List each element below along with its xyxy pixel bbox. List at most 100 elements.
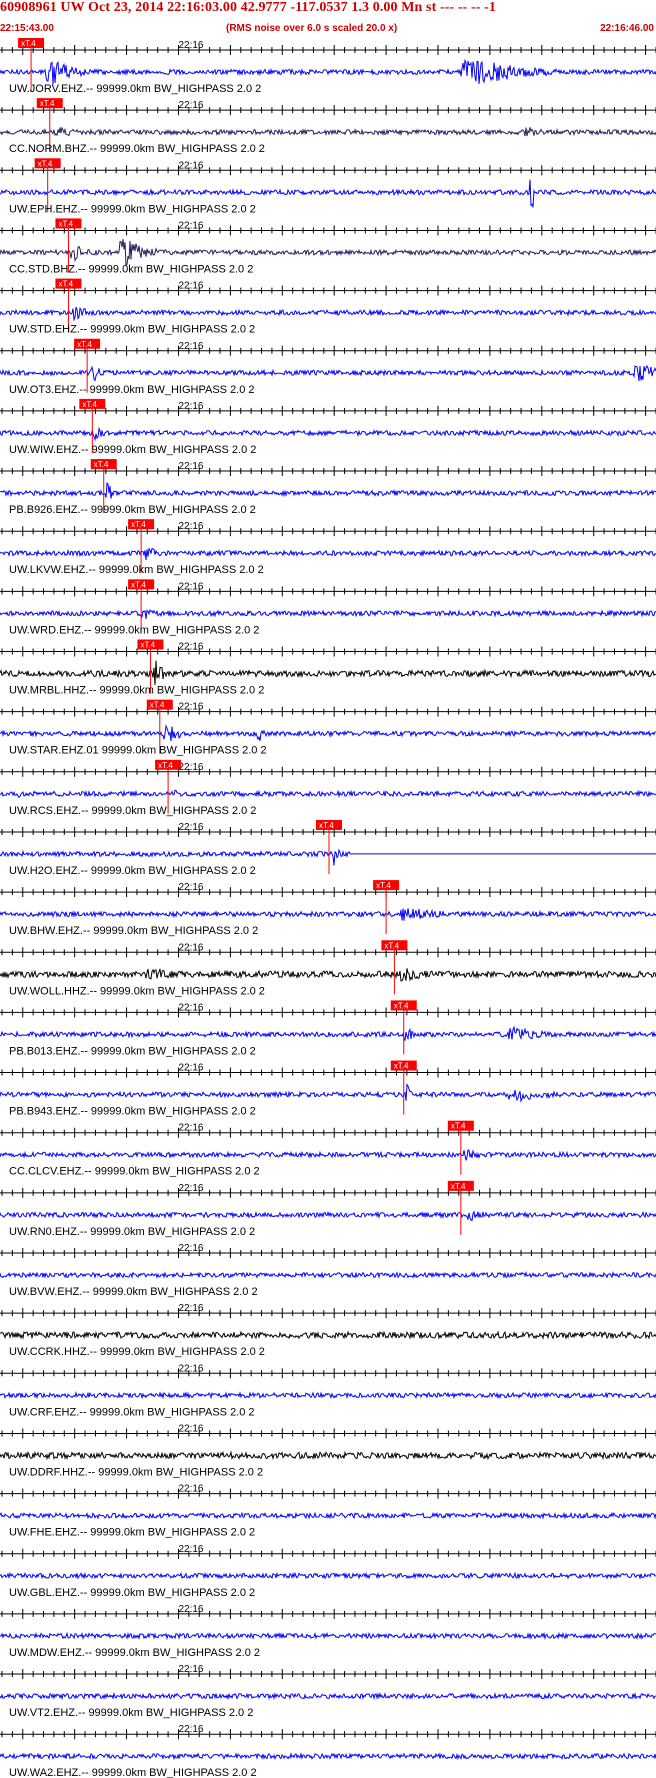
waveform-trace [0,426,656,442]
channel-label: PB.B013.EHZ.-- 99999.0km BW_HIGHPASS 2.0… [9,1045,256,1057]
pick-label: xT.4 [58,219,73,228]
pick-label: xT.4 [451,1122,466,1131]
waveform-trace [0,660,656,685]
waveform-trace [0,1450,656,1461]
channel-label: UW.OT3.EHZ.-- 99999.0km BW_HIGHPASS 2.0 … [9,384,255,396]
minute-label: 22:16 [178,1724,203,1735]
minute-label: 22:16 [178,281,203,292]
channel-label: UW.RN0.EHZ.-- 99999.0km BW_HIGHPASS 2.0 … [9,1226,255,1238]
minute-label: 22:16 [178,822,203,833]
pick-label: xT.4 [384,941,399,950]
trace-row: 22:16 UW.CRF.EHZ.-- 99999.0km BW_HIGHPASS… [0,1363,656,1418]
waveform-trace [0,306,656,322]
waveform-trace [0,1391,656,1400]
minute-label: 22:16 [178,882,203,893]
trace-row: 22:16 UW.WA2.EHZ.-- 99999.0km BW_HIGHPASS… [0,1724,656,1778]
channel-label: UW.VT2.EHZ.-- 99999.0km BW_HIGHPASS 2.0 … [9,1707,253,1719]
pick-label: xT.4 [131,580,146,589]
trace-row: 22:16 UW.GBL.EHZ.-- 99999.0km BW_HIGHPASS… [0,1544,656,1599]
trace-row: 22:16 xT.4 UW.JORV.EHZ.-- 99999.0km BW_HIG… [0,38,656,95]
pick-label: xT.4 [21,39,36,48]
waveform-trace [0,482,656,499]
channel-label: CC.NORM.BHZ.-- 99999.0km BW_HIGHPASS 2.0… [9,143,265,155]
trace-row: 22:16 xT.4 UW.BHW.EHZ.-- 99999.0km BW_HIGH… [0,880,656,937]
waveform-trace [0,1330,656,1340]
waveform-trace [0,238,656,267]
channel-label: UW.EPH.EHZ.-- 99999.0km BW_HIGHPASS 2.0 … [9,203,256,215]
trace-row: 22:16 xT.4 PB.B926.EHZ.-- 99999.0km BW_HIG… [0,459,656,516]
channel-label: UW.CRF.EHZ.-- 99999.0km BW_HIGHPASS 2.0 … [9,1406,255,1418]
channel-label: UW.BVW.EHZ.-- 99999.0km BW_HIGHPASS 2.0 … [9,1286,258,1298]
waveform-trace [0,1149,656,1161]
trace-row: 22:16 xT.4 UW.RN0.EHZ.-- 99999.0km BW_HIGH… [0,1180,656,1238]
trace-row: 22:16 xT.4 PB.B013.EHZ.-- 99999.0km BW_HIG… [0,1000,656,1057]
channel-label: UW.FHE.EHZ.-- 99999.0km BW_HIGHPASS 2.0 … [9,1527,255,1539]
trace-row: 22:16 xT.4 PB.B943.EHZ.-- 99999.0km BW_HIG… [0,1060,656,1118]
minute-label: 22:16 [178,1303,203,1314]
trace-row: 22:16 xT.4 UW.STD.EHZ.-- 99999.0km BW_HIGH… [0,278,656,336]
trace-row: 22:16 UW.FHE.EHZ.-- 99999.0km BW_HIGHPASS… [0,1484,656,1539]
pick-label: xT.4 [319,821,334,830]
trace-row: 22:16 xT.4 CC.STD.BHZ.-- 99999.0km BW_HIGH… [0,218,656,275]
seismogram-section: 22:16 xT.4 UW.JORV.EHZ.-- 99999.0km BW_HIG… [0,38,656,1778]
trace-row: 22:16 xT.4 UW.H2O.EHZ.-- 99999.0km BW_HIGH… [0,819,656,877]
waveform-trace [0,1210,656,1222]
trace-row: 22:16 xT.4 UW.RCS.EHZ.-- 99999.0km BW_HIGH… [0,759,656,817]
channel-label: UW.H2O.EHZ.-- 99999.0km BW_HIGHPASS 2.0 … [9,865,256,877]
minute-label: 22:16 [178,1363,203,1374]
waveform-trace [0,1025,656,1041]
waveform-trace [0,724,656,742]
waveform-trace [0,789,656,799]
minute-label: 22:16 [178,100,203,111]
channel-label: UW.STD.EHZ.-- 99999.0km BW_HIGHPASS 2.0 … [9,324,255,336]
waveform-trace [0,1083,656,1103]
trace-row: 22:16 UW.CCRK.HHZ.-- 99999.0km BW_HIGHPAS… [0,1303,656,1358]
trace-row: 22:16 UW.DDRF.HHZ.-- 99999.0km BW_HIGHPAS… [0,1423,656,1478]
pick-label: xT.4 [38,159,53,168]
waveform-trace [0,1691,656,1701]
waveform-trace [0,1631,656,1641]
channel-label: PB.B926.EHZ.-- 99999.0km BW_HIGHPASS 2.0… [9,504,256,516]
pick-label: xT.4 [158,761,173,770]
trace-row: 22:16 xT.4 UW.WOLL.HHZ.-- 99999.0km BW_HIG… [0,940,656,997]
minute-label: 22:16 [178,581,203,592]
pick-label: xT.4 [140,641,155,650]
trace-row: 22:16 xT.4 UW.OT3.EHZ.-- 99999.0km BW_HIGH… [0,338,656,396]
pick-label: xT.4 [77,340,92,349]
trace-row: 22:16 UW.BVW.EHZ.-- 99999.0km BW_HIGHPASS… [0,1243,656,1298]
trace-row: 22:16 xT.4 UW.MRBL.HHZ.-- 99999.0km BW_HIG… [0,639,656,697]
minute-label: 22:16 [178,341,203,352]
pick-label: xT.4 [394,1062,409,1071]
minute-label: 22:16 [178,1604,203,1615]
minute-label: 22:16 [178,762,203,773]
channel-label: UW.MRBL.HHZ.-- 99999.0km BW_HIGHPASS 2.0… [9,685,264,697]
trace-row: 22:16 xT.4 UW.WRD.EHZ.-- 99999.0km BW_HIGH… [0,579,656,636]
channel-label: UW.GBL.EHZ.-- 99999.0km BW_HIGHPASS 2.0 … [9,1587,255,1599]
minute-label: 22:16 [178,40,203,51]
minute-label: 22:16 [178,1183,203,1194]
minute-label: 22:16 [178,1664,203,1675]
channel-label: UW.LKVW.EHZ.-- 99999.0km BW_HIGHPASS 2.0… [9,564,264,576]
minute-label: 22:16 [178,1063,203,1074]
pick-label: xT.4 [58,280,73,289]
minute-label: 22:16 [178,642,203,653]
pick-label: xT.4 [40,99,55,108]
channel-label: UW.WIW.EHZ.-- 99999.0km BW_HIGHPASS 2.0 … [9,444,256,456]
minute-label: 22:16 [178,1002,203,1013]
trace-row: 22:16 xT.4 UW.EPH.EHZ.-- 99999.0km BW_HIGH… [0,158,656,215]
waveform-trace [0,547,656,561]
channel-label: PB.B943.EHZ.-- 99999.0km BW_HIGHPASS 2.0… [9,1106,256,1118]
minute-label: 22:16 [178,1544,203,1555]
minute-label: 22:16 [178,1123,203,1134]
channel-label: UW.RCS.EHZ.-- 99999.0km BW_HIGHPASS 2.0 … [9,805,256,817]
channel-label: UW.WA2.EHZ.-- 99999.0km BW_HIGHPASS 2.0 … [9,1767,257,1778]
pick-label: xT.4 [94,460,109,469]
channel-label: CC.CLCV.EHZ.-- 99999.0km BW_HIGHPASS 2.0… [9,1166,260,1178]
trace-row: 22:16 xT.4 UW.STAR.EHZ.01 99999.0km BW_HIG… [0,699,656,757]
minute-label: 22:16 [178,1484,203,1495]
trace-row: 22:16 xT.4 UW.WIW.EHZ.-- 99999.0km BW_HIGH… [0,398,656,456]
trace-row: 22:16 xT.4 UW.LKVW.EHZ.-- 99999.0km BW_HIG… [0,519,656,576]
waveform-trace [0,1571,656,1580]
channel-label: UW.DDRF.HHZ.-- 99999.0km BW_HIGHPASS 2.0… [9,1466,263,1478]
waveform-trace [0,608,656,620]
